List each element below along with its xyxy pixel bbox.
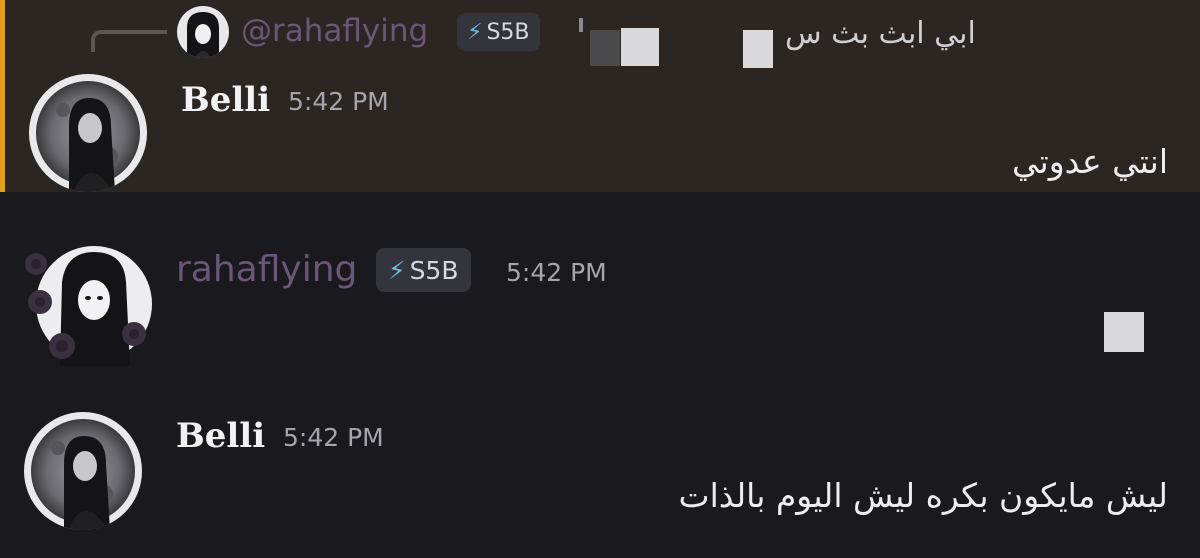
badge-label: S5B <box>486 19 530 45</box>
message-timestamp: 5:42 PM <box>283 423 384 452</box>
message-rahaflying[interactable]: rahaflying ⚡ S5B 5:42 PM <box>0 192 1200 392</box>
message-text[interactable]: ليش مايكون بكره ليش اليوم بالذات <box>679 474 1168 518</box>
message-belli[interactable]: Belli 5:42 PM ليش مايكون بكره ليش اليوم … <box>0 392 1200 558</box>
anime-roses-avatar[interactable] <box>22 242 152 366</box>
chat-messages: @rahaflying ⚡ S5B ابي ابث بث س Belli 5:4… <box>0 0 1200 558</box>
message-author-name[interactable]: Belli <box>181 78 270 122</box>
message-text[interactable]: انتي عدوتي <box>1012 140 1168 184</box>
reply-avatar[interactable] <box>177 6 229 58</box>
lightning-bolt-icon: ⚡ <box>467 19 483 45</box>
message-timestamp: 5:42 PM <box>506 258 607 287</box>
message-timestamp: 5:42 PM <box>288 87 389 116</box>
server-tag-badge[interactable]: ⚡ S5B <box>376 248 471 292</box>
moon-portrait-avatar[interactable] <box>24 412 142 530</box>
reply-spine-icon <box>91 30 167 52</box>
redacted-square <box>743 30 773 68</box>
lightning-bolt-icon: ⚡ <box>388 255 406 285</box>
message-author-name[interactable]: rahaflying <box>176 248 357 292</box>
reply-author-name[interactable]: @rahaflying <box>241 11 428 51</box>
badge-label: S5B <box>409 255 459 285</box>
redacted-block <box>579 18 583 32</box>
reply-preview-text[interactable]: ابي ابث بث س <box>785 14 976 54</box>
redacted-block <box>590 30 620 66</box>
moon-portrait-avatar[interactable] <box>29 74 147 192</box>
message-author-name[interactable]: Belli <box>176 414 265 458</box>
reply-server-tag-badge[interactable]: ⚡ S5B <box>457 13 540 51</box>
message-highlighted[interactable]: @rahaflying ⚡ S5B ابي ابث بث س Belli 5:4… <box>0 0 1200 192</box>
redacted-square <box>621 28 659 66</box>
redacted-square <box>1104 312 1144 352</box>
